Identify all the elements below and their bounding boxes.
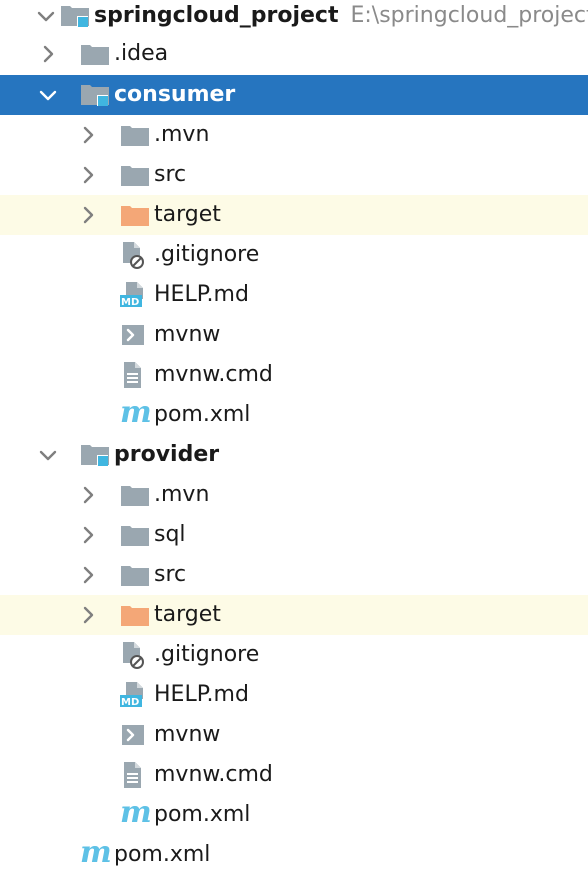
module-folder-icon	[80, 442, 110, 468]
root-path: E:\springcloud_project	[350, 3, 588, 28]
provider-mvnw-cmd-label: mvnw.cmd	[154, 762, 273, 787]
maven-glyph: m	[80, 835, 112, 870]
chevron-right-icon[interactable]	[78, 125, 98, 145]
gitignore-file-icon	[120, 642, 150, 668]
tree-node-consumer-target[interactable]: target	[0, 195, 588, 235]
md-badge: MD	[121, 297, 140, 308]
folder-icon	[80, 41, 110, 67]
root-pom-label: pom.xml	[114, 842, 211, 867]
tree-node-provider[interactable]: provider	[0, 435, 588, 475]
consumer-target-label: target	[154, 202, 221, 227]
provider-mvnw-label: mvnw	[154, 722, 221, 747]
provider-help-label: HELP.md	[154, 682, 249, 707]
chevron-right-icon[interactable]	[78, 565, 98, 585]
tree-node-provider-target[interactable]: target	[0, 595, 588, 635]
consumer-gitignore-label: .gitignore	[154, 242, 260, 267]
module-folder-icon	[80, 82, 110, 108]
tree-node-provider-mvn[interactable]: .mvn	[0, 475, 588, 515]
folder-icon	[120, 122, 150, 148]
gitignore-file-icon	[120, 242, 150, 268]
maven-glyph: m	[120, 795, 152, 830]
markdown-file-icon: MD	[120, 682, 150, 708]
consumer-mvnw-cmd-label: mvnw.cmd	[154, 362, 273, 387]
consumer-src-label: src	[154, 162, 187, 187]
tree-node-consumer[interactable]: consumer	[0, 75, 588, 115]
chevron-down-icon[interactable]	[38, 445, 58, 465]
consumer-mvnw-label: mvnw	[154, 322, 221, 347]
tree-node-provider-mvnw-cmd[interactable]: mvnw.cmd	[0, 755, 588, 795]
maven-glyph: m	[120, 395, 152, 430]
provider-src-label: src	[154, 562, 187, 587]
tree-node-consumer-mvn[interactable]: .mvn	[0, 115, 588, 155]
shell-script-icon	[120, 322, 150, 348]
root-label: springcloud_project	[94, 3, 339, 28]
chevron-right-icon[interactable]	[78, 165, 98, 185]
tree-node-provider-gitignore[interactable]: .gitignore	[0, 635, 588, 675]
tree-node-root-pom[interactable]: m pom.xml	[0, 835, 588, 875]
maven-icon: m	[120, 798, 152, 828]
chevron-right-icon[interactable]	[78, 205, 98, 225]
provider-label: provider	[114, 442, 220, 467]
excluded-folder-icon	[120, 602, 150, 628]
consumer-mvn-label: .mvn	[154, 122, 210, 147]
idea-label: .idea	[114, 41, 169, 66]
shell-script-icon	[120, 722, 150, 748]
markdown-file-icon: MD	[120, 282, 150, 308]
text-file-icon	[120, 362, 150, 388]
folder-icon	[120, 482, 150, 508]
provider-sql-label: sql	[154, 522, 186, 547]
tree-node-consumer-src[interactable]: src	[0, 155, 588, 195]
consumer-pom-label: pom.xml	[154, 402, 251, 427]
excluded-folder-icon	[120, 202, 150, 228]
chevron-right-icon[interactable]	[38, 44, 58, 64]
provider-target-label: target	[154, 602, 221, 627]
maven-icon: m	[80, 838, 112, 868]
provider-gitignore-label: .gitignore	[154, 642, 260, 667]
module-folder-icon	[60, 3, 90, 29]
folder-icon	[120, 162, 150, 188]
project-tree: springcloud_project E:\springcloud_proje…	[0, 0, 588, 878]
chevron-right-icon[interactable]	[78, 525, 98, 545]
tree-node-idea[interactable]: .idea	[0, 34, 588, 74]
provider-pom-label: pom.xml	[154, 802, 251, 827]
provider-mvn-label: .mvn	[154, 482, 210, 507]
md-badge: MD	[121, 697, 140, 708]
tree-node-root[interactable]: springcloud_project E:\springcloud_proje…	[0, 0, 588, 36]
tree-node-provider-src[interactable]: src	[0, 555, 588, 595]
chevron-down-icon[interactable]	[38, 85, 58, 105]
consumer-label: consumer	[114, 82, 236, 107]
chevron-right-icon[interactable]	[78, 485, 98, 505]
text-file-icon	[120, 762, 150, 788]
tree-node-provider-mvnw[interactable]: mvnw	[0, 715, 588, 755]
tree-node-consumer-pom[interactable]: m pom.xml	[0, 395, 588, 435]
tree-node-provider-pom[interactable]: m pom.xml	[0, 795, 588, 835]
tree-node-consumer-mvnw[interactable]: mvnw	[0, 315, 588, 355]
folder-icon	[120, 522, 150, 548]
tree-node-consumer-help[interactable]: MD HELP.md	[0, 275, 588, 315]
tree-node-provider-sql[interactable]: sql	[0, 515, 588, 555]
chevron-right-icon[interactable]	[78, 605, 98, 625]
tree-node-consumer-gitignore[interactable]: .gitignore	[0, 235, 588, 275]
tree-node-consumer-mvnw-cmd[interactable]: mvnw.cmd	[0, 355, 588, 395]
folder-icon	[120, 562, 150, 588]
consumer-help-label: HELP.md	[154, 282, 249, 307]
maven-icon: m	[120, 398, 152, 428]
tree-node-provider-help[interactable]: MD HELP.md	[0, 675, 588, 715]
chevron-down-icon[interactable]	[36, 6, 56, 26]
